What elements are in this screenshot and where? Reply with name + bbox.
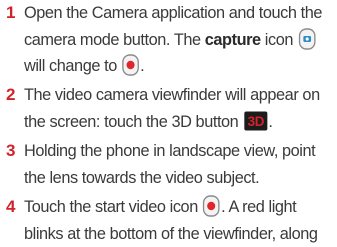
step-line: the lens towards the video subject. [24,167,260,187]
step-line: the screen: touch the 3D button 3D . [24,109,317,136]
text-run: will change to [24,56,117,75]
text-run: . A red light [221,197,297,216]
text-run: icon [260,29,294,49]
step-line: will change to . [24,53,317,80]
capture-label: capture [204,29,261,49]
step-text: Holding the phone in landscape view, poi… [24,138,317,191]
step-line: The video camera viewfinder will appear … [24,85,320,104]
3d-button-icon: 3D [243,111,267,131]
step-number: 1 [6,3,16,22]
3d-icon-label: 3D [247,113,264,128]
step-line: blinks at the bottom of the viewfinder, … [24,223,318,243]
step-number: 4 [6,197,16,216]
step-line: Touch the start video icon . A red light [24,194,317,221]
text-run: the screen: touch the 3D button [24,111,239,131]
start-video-icon [203,195,220,217]
step-number: 3 [6,141,16,160]
text-run: camera mode button. The [24,29,205,49]
step-text: Touch the start video icon . A red light… [24,194,318,247]
text-run: . [140,56,145,75]
step-text: The video camera viewfinder will appear … [24,82,320,136]
text-run: . [268,111,273,131]
step-line: Holding the phone in landscape view, poi… [24,141,316,160]
manual-page: 1 Open the Camera application and touch … [0,0,337,247]
text-run: Touch the start video icon [24,197,198,216]
camera-capture-icon [298,27,316,50]
step-line: camera mode button. The capture icon [24,27,317,54]
step-text: Open the Camera application and touch th… [24,0,323,80]
step-number: 2 [6,85,16,104]
video-record-icon [122,54,139,76]
step-line: Open the Camera application and touch th… [24,3,323,22]
